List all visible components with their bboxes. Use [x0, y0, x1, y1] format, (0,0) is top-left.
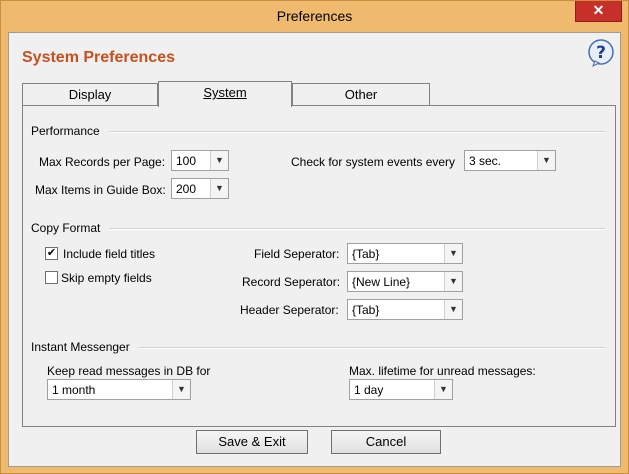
close-icon: ✕	[592, 2, 605, 18]
checkmark-icon: ✔	[46, 247, 57, 259]
system-tab-panel: Performance Max Records per Page: 100 ▼ …	[22, 105, 616, 427]
field-separator-select[interactable]: {Tab} ▼	[347, 243, 463, 264]
help-question-icon[interactable]: ?	[587, 39, 615, 67]
chevron-down-icon[interactable]: ▼	[444, 244, 462, 263]
field-separator-value: {Tab}	[352, 247, 380, 261]
messenger-group-label: Instant Messenger	[31, 340, 130, 354]
chevron-down-icon[interactable]: ▼	[434, 380, 452, 399]
max-lifetime-label: Max. lifetime for unread messages:	[349, 364, 536, 378]
max-lifetime-select[interactable]: 1 day ▼	[349, 379, 453, 400]
check-events-label: Check for system events every	[291, 155, 456, 169]
record-separator-select[interactable]: {New Line} ▼	[347, 271, 463, 292]
messenger-divider	[139, 347, 605, 349]
max-items-value: 200	[176, 182, 197, 196]
tab-other[interactable]: Other	[292, 83, 430, 105]
cancel-button[interactable]: Cancel	[331, 430, 441, 454]
cancel-label: Cancel	[365, 434, 407, 449]
svg-text:?: ?	[596, 43, 606, 63]
save-exit-button[interactable]: Save & Exit	[196, 430, 308, 454]
chevron-down-icon[interactable]: ▼	[537, 151, 555, 170]
record-separator-value: {New Line}	[352, 275, 411, 289]
header-separator-label: Header Seperator:	[240, 303, 339, 317]
max-lifetime-value: 1 day	[354, 383, 384, 397]
preferences-window: Preferences ✕ System Preferences ? Displ…	[0, 0, 629, 474]
copy-format-group-label: Copy Format	[31, 221, 101, 235]
copy-format-divider	[109, 228, 605, 230]
keep-read-value: 1 month	[52, 383, 96, 397]
dialog-client-area: System Preferences ? Display System Othe…	[8, 32, 621, 467]
check-events-select[interactable]: 3 sec. ▼	[464, 150, 556, 171]
max-records-value: 100	[176, 154, 197, 168]
header-separator-select[interactable]: {Tab} ▼	[347, 299, 463, 320]
skip-empty-checkbox[interactable]	[45, 271, 58, 284]
max-items-select[interactable]: 200 ▼	[171, 178, 229, 199]
chevron-down-icon[interactable]: ▼	[210, 179, 228, 198]
performance-divider	[109, 131, 605, 133]
tab-display[interactable]: Display	[22, 83, 158, 105]
check-events-value: 3 sec.	[469, 154, 502, 168]
max-records-label: Max Records per Page:	[39, 155, 166, 169]
page-title: System Preferences	[22, 49, 175, 66]
max-items-label: Max Items in Guide Box:	[35, 183, 166, 197]
include-titles-checkbox[interactable]: ✔	[45, 247, 58, 260]
keep-read-label: Keep read messages in DB for	[47, 364, 211, 378]
keep-read-select[interactable]: 1 month ▼	[47, 379, 191, 400]
tab-system[interactable]: System	[158, 81, 292, 107]
performance-group-label: Performance	[31, 124, 100, 138]
save-exit-label: Save & Exit	[218, 434, 286, 449]
chevron-down-icon[interactable]: ▼	[210, 151, 228, 170]
title-bar[interactable]: Preferences ✕	[1, 1, 628, 32]
max-records-select[interactable]: 100 ▼	[171, 150, 229, 171]
chevron-down-icon[interactable]: ▼	[172, 380, 190, 399]
record-separator-label: Record Seperator:	[242, 275, 341, 289]
header-separator-value: {Tab}	[352, 303, 380, 317]
include-titles-label: Include field titles	[63, 247, 156, 261]
chevron-down-icon[interactable]: ▼	[444, 300, 462, 319]
window-title: Preferences	[276, 8, 353, 24]
field-separator-label: Field Seperator:	[254, 247, 340, 261]
chevron-down-icon[interactable]: ▼	[444, 272, 462, 291]
close-button[interactable]: ✕	[575, 1, 622, 22]
skip-empty-label: Skip empty fields	[61, 271, 152, 285]
